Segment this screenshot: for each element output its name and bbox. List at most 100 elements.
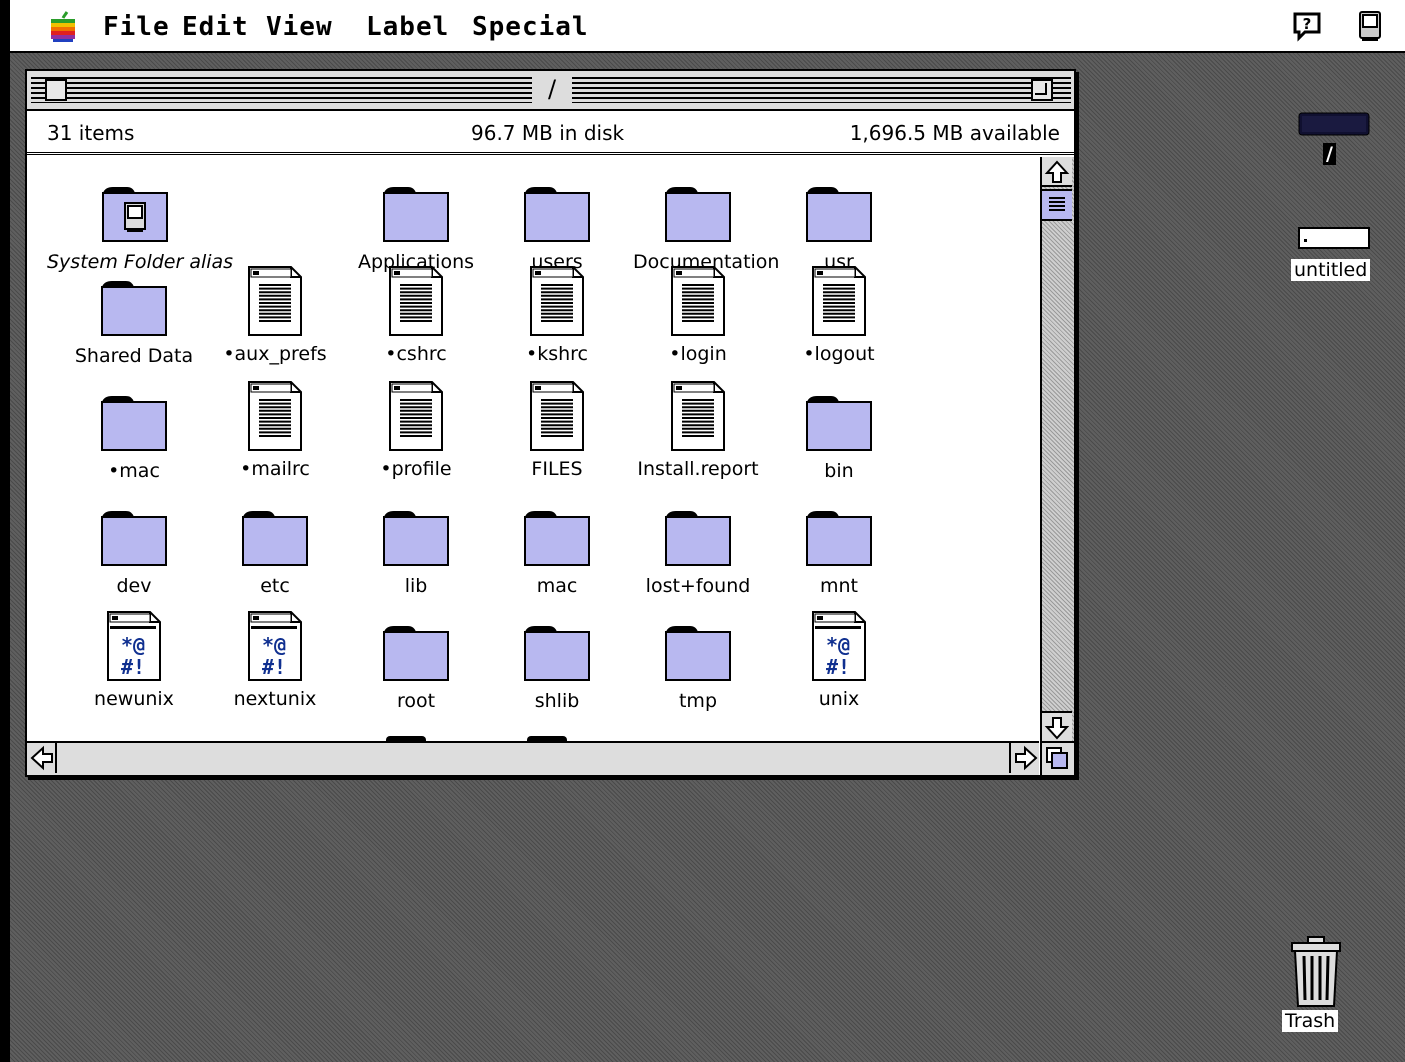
file-item[interactable]: •login <box>633 265 763 365</box>
size-box-icon[interactable] <box>1040 741 1074 775</box>
volume-icon[interactable] <box>1298 227 1370 249</box>
file-item[interactable]: usr <box>774 183 904 273</box>
horizontal-scrollbar[interactable] <box>27 741 1039 775</box>
unix-executable-icon: *@ #! <box>239 610 311 682</box>
scroll-left-arrow-icon[interactable] <box>27 743 57 773</box>
screen-corner-mark <box>10 8 18 16</box>
hard-disk-label[interactable]: / <box>1323 143 1336 165</box>
scroll-right-arrow-icon[interactable] <box>1009 743 1039 773</box>
file-item[interactable]: •cshrc <box>351 265 481 365</box>
svg-text:*@: *@ <box>262 633 286 657</box>
file-item[interactable]: *@ #! unix <box>774 610 904 710</box>
file-item-label: etc <box>260 575 290 597</box>
file-item-label: System Folder alias <box>47 251 234 273</box>
unix-executable-icon: *@ #! <box>98 610 170 682</box>
folder-icon <box>98 277 170 339</box>
file-item-label: bin <box>824 460 854 482</box>
file-item-label: newunix <box>94 688 174 710</box>
folder-icon <box>521 183 593 245</box>
folder-icon <box>662 507 734 569</box>
file-item-label: •login <box>669 343 727 365</box>
document-icon <box>521 380 593 452</box>
file-item[interactable]: root <box>351 622 481 712</box>
file-item[interactable]: shlib <box>492 622 622 712</box>
file-item[interactable]: *@ #! newunix <box>69 610 199 710</box>
window-title: / <box>532 75 572 103</box>
svg-text:*@: *@ <box>121 633 145 657</box>
file-item-label: root <box>396 690 436 712</box>
close-box[interactable] <box>45 79 67 101</box>
menu-edit[interactable]: Edit <box>182 12 249 42</box>
file-item[interactable]: Applications <box>351 183 481 273</box>
file-item[interactable]: bin <box>774 392 904 482</box>
title-bar[interactable]: / <box>27 71 1074 111</box>
file-item[interactable]: mac <box>492 507 622 597</box>
file-item[interactable]: lost+found <box>633 507 763 597</box>
svg-text:#!: #! <box>262 655 286 679</box>
file-item-label: unix <box>818 688 860 710</box>
file-item[interactable]: tmp <box>633 622 763 712</box>
file-item[interactable]: •logout <box>774 265 904 365</box>
file-item[interactable]: Documentation <box>633 183 779 273</box>
folder-icon <box>239 507 311 569</box>
file-item[interactable]: •kshrc <box>492 265 622 365</box>
trash-label[interactable]: Trash <box>1282 1010 1339 1032</box>
file-item[interactable]: •aux_prefs <box>210 265 340 365</box>
file-item-label: Shared Data <box>74 345 194 367</box>
file-item[interactable]: users <box>492 183 622 273</box>
file-item-label: Install.report <box>637 458 759 480</box>
file-item-label: tmp <box>678 690 718 712</box>
file-item-label: •logout <box>803 343 875 365</box>
menu-view[interactable]: View <box>266 12 333 42</box>
file-item[interactable]: System Folder alias <box>47 183 234 273</box>
apple-menu-icon[interactable] <box>50 10 76 42</box>
scroll-up-arrow-icon[interactable] <box>1042 157 1072 187</box>
disk-available: 1,696.5 MB available <box>849 121 1060 145</box>
svg-text:?: ? <box>1303 15 1312 33</box>
menu-label[interactable]: Label <box>366 12 449 42</box>
folder-icon <box>521 622 593 684</box>
volume-label[interactable]: untitled <box>1291 259 1371 281</box>
folder-icon <box>380 183 452 245</box>
document-icon <box>380 380 452 452</box>
file-item-label: •profile <box>380 458 452 480</box>
file-item[interactable]: •profile <box>351 380 481 480</box>
file-item-label: mac <box>536 575 578 597</box>
document-icon <box>803 265 875 337</box>
disk-usage: 96.7 MB in disk <box>471 121 625 145</box>
folder-icon <box>803 392 875 454</box>
file-item[interactable]: lib <box>351 507 481 597</box>
scroll-thumb[interactable] <box>1042 189 1072 221</box>
system-folder-alias-icon <box>99 183 171 245</box>
file-item-label: lib <box>404 575 428 597</box>
document-icon <box>521 265 593 337</box>
application-menu-icon[interactable] <box>1354 10 1386 42</box>
svg-text:#!: #! <box>826 655 850 679</box>
help-menu-icon[interactable]: ? <box>1291 10 1323 42</box>
file-item[interactable]: •mailrc <box>210 380 340 480</box>
zoom-box[interactable] <box>1031 79 1053 101</box>
file-item[interactable]: •mac <box>69 392 199 482</box>
file-item-label: shlib <box>534 690 580 712</box>
finder-window: / 31 items 96.7 MB in disk 1,696.5 MB av… <box>25 69 1076 777</box>
trash-icon[interactable] <box>1290 936 1342 1008</box>
file-item-label: nextunix <box>233 688 317 710</box>
file-item[interactable]: etc <box>210 507 340 597</box>
file-item[interactable]: *@ #! nextunix <box>210 610 340 710</box>
file-item[interactable]: mnt <box>774 507 904 597</box>
svg-text:*@: *@ <box>826 633 850 657</box>
file-item-label: •mailrc <box>240 458 310 480</box>
scroll-down-arrow-icon[interactable] <box>1042 711 1072 741</box>
menu-special[interactable]: Special <box>472 12 589 42</box>
file-item-label: •mac <box>108 460 160 482</box>
file-item[interactable]: FILES <box>492 380 622 480</box>
file-item[interactable]: Shared Data <box>69 277 199 367</box>
vertical-scrollbar[interactable] <box>1040 157 1074 741</box>
file-item[interactable]: Install.report <box>633 380 763 480</box>
menu-file[interactable]: File <box>103 12 170 42</box>
file-item[interactable]: dev <box>69 507 199 597</box>
file-item-label: lost+found <box>645 575 751 597</box>
file-item-label: FILES <box>531 458 583 480</box>
window-info-bar: 31 items 96.7 MB in disk 1,696.5 MB avai… <box>27 111 1074 155</box>
hard-disk-icon[interactable] <box>1298 112 1370 136</box>
